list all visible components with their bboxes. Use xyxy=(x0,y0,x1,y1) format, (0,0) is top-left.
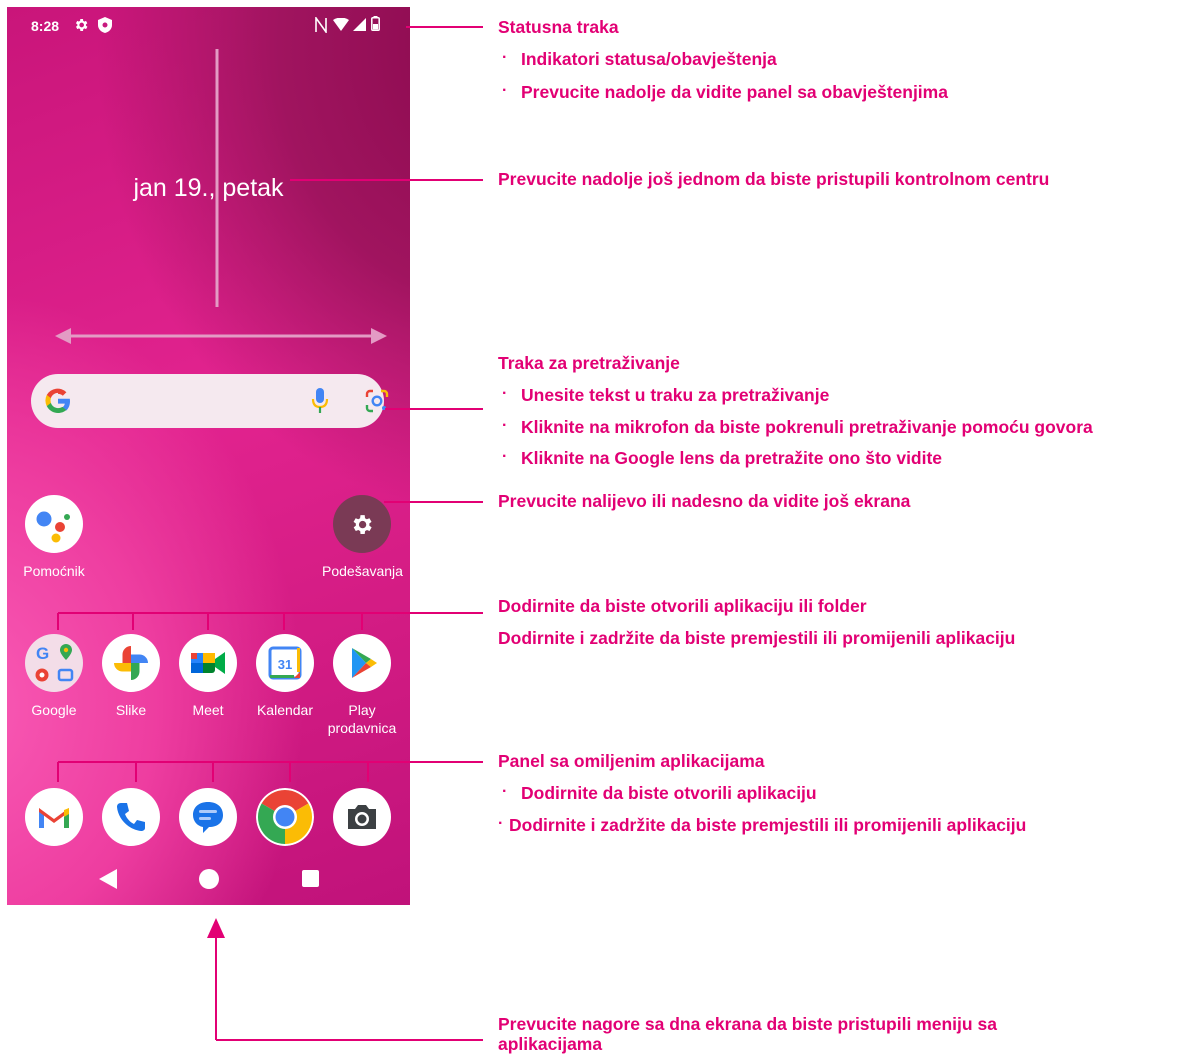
bullet-dot: · xyxy=(498,815,504,832)
bullet-dot: · xyxy=(502,385,508,402)
bullet-dot: · xyxy=(502,49,508,66)
bullet-dot: · xyxy=(502,783,508,800)
annotation-favorites-bullet-2: Dodirnite i zadržite da biste premjestil… xyxy=(509,815,1027,835)
annotation-favorites-title: Panel sa omiljenim aplikacijama xyxy=(498,751,765,771)
annotation-search-bullet-3: Kliknite na Google lens da pretražite on… xyxy=(521,448,943,468)
bullet-dot: · xyxy=(502,417,508,434)
annotation-swipe: Prevucite nalijevo ili nadesno da vidite… xyxy=(498,491,911,511)
bullet-dot: · xyxy=(502,82,508,99)
annotation-bottom-line-2: aplikacijama xyxy=(498,1034,603,1054)
annotation-search-bullet-1: Unesite tekst u traku za pretraživanje xyxy=(521,385,830,405)
annotation-search-title: Traka za pretraživanje xyxy=(498,353,680,373)
annotation-status-bullet-2: Prevucite nadolje da vidite panel sa oba… xyxy=(521,82,948,102)
annotation-tap-2: Dodirnite i zadržite da biste premjestil… xyxy=(498,628,1016,648)
annotation-status-bullet-1: Indikatori statusa/obavještenja xyxy=(521,49,777,69)
annotation-control-center: Prevucite nadolje još jednom da biste pr… xyxy=(498,169,1050,189)
callout-lines xyxy=(57,26,483,1041)
annotation-bottom-line-1: Prevucite nagore sa dna ekrana da biste … xyxy=(498,1014,997,1034)
annotation-favorites-bullet-1: Dodirnite da biste otvorili aplikaciju xyxy=(521,783,817,803)
annotation-search-bullet-2: Kliknite na mikrofon da biste pokrenuli … xyxy=(521,417,1093,437)
annotation-tap-1: Dodirnite da biste otvorili aplikaciju i… xyxy=(498,596,867,616)
annotation-status-title: Statusna traka xyxy=(498,17,619,37)
bullet-dot: · xyxy=(502,448,508,465)
